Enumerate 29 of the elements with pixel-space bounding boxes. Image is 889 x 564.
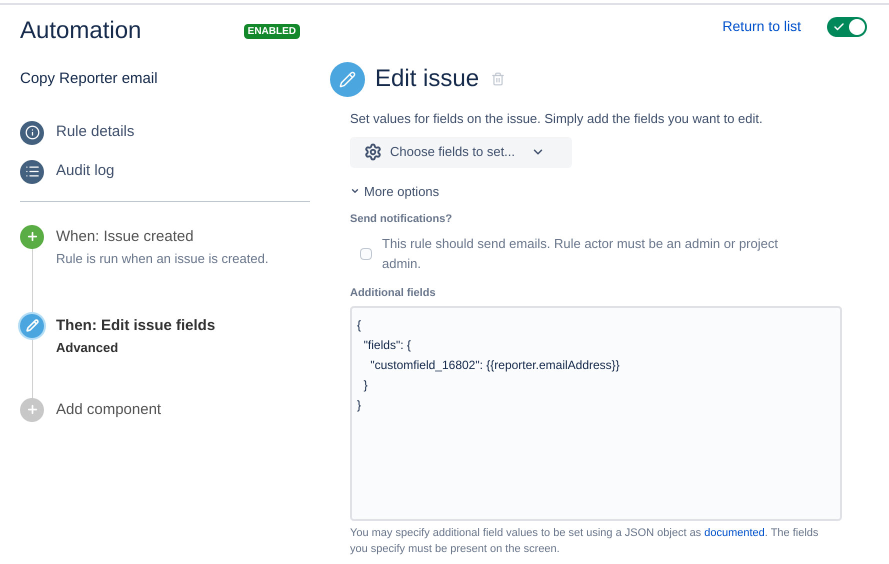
field-label: Send notifications?	[350, 212, 454, 227]
field-label: Additional fields	[350, 286, 437, 300]
list-icon	[20, 160, 44, 184]
sidebar-link[interactable]: Rule details	[56, 121, 134, 144]
description: Set values for fields on the issue. Simply add the fields you want to edit.	[350, 110, 764, 128]
info-icon	[20, 120, 44, 144]
step-subtitle: Rule is run when an issue is created.	[56, 250, 268, 268]
json-field[interactable]: { "fields": { "customfield_16802": {{reporter.emailAddress}} } }	[350, 306, 842, 521]
section-title: Edit issue	[375, 64, 480, 94]
toggle-switch[interactable]	[827, 16, 867, 36]
help-text: You may specify additional field values to be set using a JSON object as documented. The fields you specify must be present on the screen.	[350, 526, 820, 557]
more-options-toggle[interactable]: More options	[350, 182, 440, 201]
status-label: ENABLED	[244, 24, 300, 38]
step-title[interactable]: When: Issue created	[56, 224, 268, 248]
choose-fields-button[interactable]: Choose fields to set...	[350, 136, 572, 168]
documented-link[interactable]: documented	[704, 527, 765, 539]
checkbox-label: This rule should send emails. Rule actor must be an admin or project admin.	[382, 234, 779, 272]
return-link[interactable]: Return to list	[722, 16, 801, 37]
step-subtitle: Advanced	[56, 338, 120, 356]
delete-icon[interactable]	[491, 72, 506, 86]
step-title[interactable]: Then: Edit issue fields	[56, 314, 216, 338]
pencil-icon	[330, 62, 365, 96]
step-title[interactable]: Add component	[56, 398, 162, 422]
sidebar-link[interactable]: Audit log	[56, 160, 114, 183]
rule-name: Copy Reporter email	[20, 69, 159, 89]
settings-icon	[364, 143, 382, 161]
page-title: Automation	[20, 16, 142, 46]
checkbox[interactable]	[360, 248, 372, 260]
check-icon	[833, 20, 845, 32]
